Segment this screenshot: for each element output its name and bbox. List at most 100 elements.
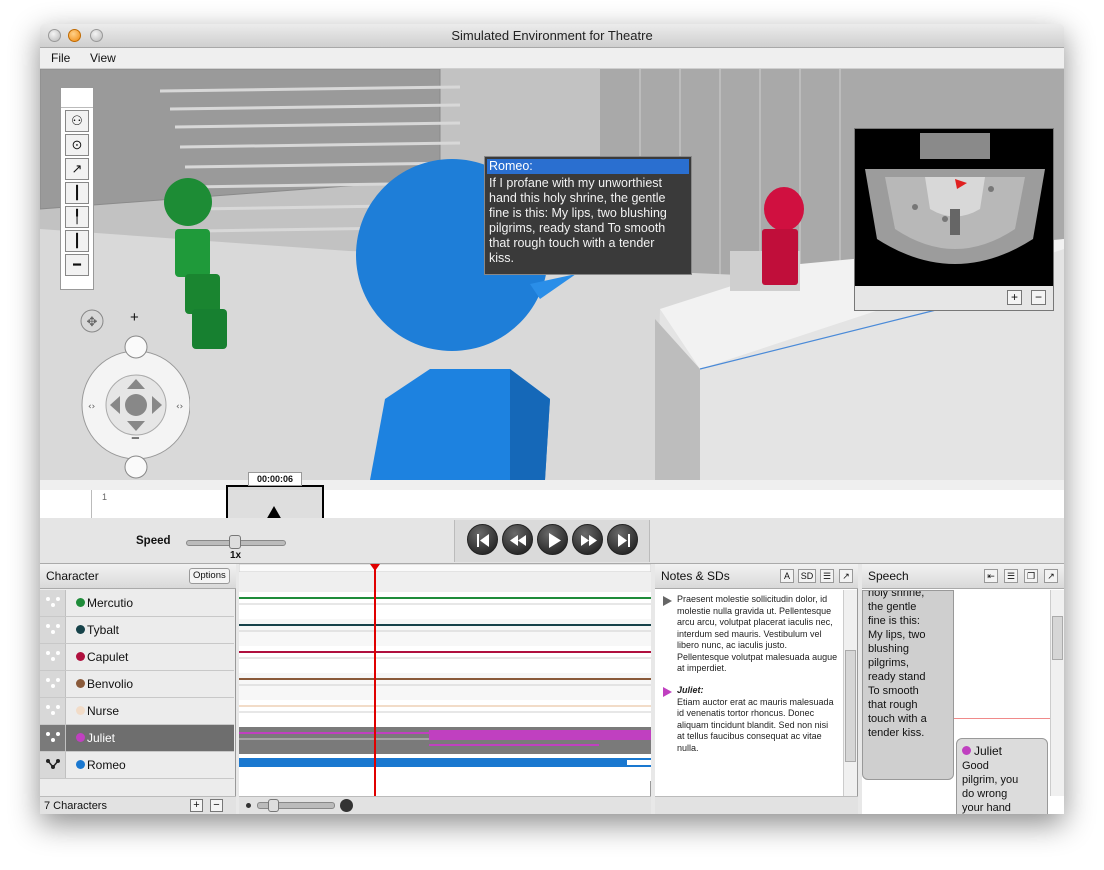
character-pose-icon[interactable]: [40, 671, 66, 697]
character-row-nurse[interactable]: Nurse: [40, 698, 234, 725]
speech-card-line: To smooth: [868, 685, 919, 697]
character-row-tybalt[interactable]: Tybalt: [40, 617, 234, 644]
options-button[interactable]: Options: [189, 568, 230, 584]
juliet-note-marker-icon: [663, 687, 672, 697]
notes-scrollbar[interactable]: [843, 590, 857, 796]
speech-window-icon[interactable]: ❐: [1024, 569, 1038, 583]
notes-a-button[interactable]: A: [780, 569, 794, 583]
notes-sd-button[interactable]: SD: [798, 569, 816, 583]
actor-lying-icon[interactable]: ━: [65, 254, 89, 276]
juliet-speech-card[interactable]: Juliet Good pilgrim, you do wrong your h…: [956, 738, 1048, 814]
character-pose-icon[interactable]: [40, 617, 66, 643]
skip-to-end-button[interactable]: [607, 524, 638, 555]
track-lane-nurse[interactable]: [239, 700, 651, 727]
close-icon[interactable]: [48, 29, 61, 42]
minimize-icon[interactable]: [68, 29, 81, 42]
path-tool-icon[interactable]: ↗: [65, 158, 89, 180]
character-name: Juliet: [87, 731, 116, 745]
minimap-zoom-in-button[interactable]: +: [1007, 290, 1022, 305]
remove-character-button[interactable]: −: [210, 799, 223, 812]
note-line: Pellentesque volutpat malesuada augue: [677, 651, 838, 662]
zoom-out-button[interactable]: [124, 455, 148, 479]
note-line: aliquam tincidunt blandit. Sed non nisi: [677, 719, 829, 730]
speed-slider-thumb[interactable]: [229, 535, 241, 549]
character-name: Romeo: [87, 758, 126, 772]
note-line: nulla.: [677, 742, 699, 753]
play-button[interactable]: [537, 524, 568, 555]
character-pose-icon[interactable]: [40, 644, 66, 670]
nav-zoom-in-label: +: [130, 309, 139, 326]
note-line: Etiam auctor erat ac mauris malesuada: [677, 696, 834, 707]
track-lane-capulet[interactable]: [239, 646, 651, 673]
speech-scrollbar[interactable]: [1050, 590, 1064, 796]
menu-view[interactable]: View: [90, 51, 116, 65]
note-line: arcu arcu, volutpat placerat iaculis nec…: [677, 617, 833, 627]
center-icon[interactable]: [125, 394, 147, 416]
track-lane-tybalt[interactable]: [239, 619, 651, 646]
actor-pose-1-icon[interactable]: ┃: [65, 182, 89, 204]
menu-file[interactable]: File: [51, 51, 70, 65]
svg-text:‹›: ‹›: [88, 402, 95, 412]
target-tool-icon[interactable]: ⊙: [65, 134, 89, 156]
track-lane-benvolio[interactable]: [239, 673, 651, 700]
camera-tool-icon[interactable]: ⚇: [65, 110, 89, 132]
speech-card-line: My lips, two: [868, 629, 926, 641]
zoom-icon[interactable]: [90, 29, 103, 42]
notes-scroll-thumb[interactable]: [845, 650, 856, 762]
zoom-large-icon: [340, 799, 353, 812]
track-lane-mercutio[interactable]: [239, 592, 651, 619]
character-tracks: [238, 563, 652, 796]
nav-zoom-out-label: −: [131, 430, 140, 447]
notes-panel: Notes & SDs A SD ☰ ↗ Praesent molestie s…: [655, 564, 858, 814]
notes-list-icon[interactable]: ☰: [820, 569, 834, 583]
tracks-panel[interactable]: [238, 563, 652, 814]
theatre-minimap[interactable]: + −: [854, 128, 1054, 311]
minimap-zoom-out-button[interactable]: −: [1031, 290, 1046, 305]
fast-forward-button[interactable]: [572, 524, 603, 555]
speech-indent-icon[interactable]: ⇤: [984, 569, 998, 583]
actor-pose-2-icon[interactable]: ╿: [65, 206, 89, 228]
tracks-zoom-thumb[interactable]: [268, 799, 279, 812]
character-pose-icon[interactable]: [40, 752, 66, 778]
speech-card-line: blushing: [868, 643, 909, 655]
character-pose-icon[interactable]: [40, 590, 66, 616]
character-row-mercutio[interactable]: Mercutio: [40, 590, 234, 617]
rewind-button[interactable]: [502, 524, 533, 555]
character-row-juliet[interactable]: Juliet: [40, 725, 234, 752]
speed-value: 1x: [230, 550, 242, 561]
skip-to-start-button[interactable]: [467, 524, 498, 555]
character-pose-icon[interactable]: [40, 725, 66, 751]
speech-card-line: your hand: [962, 802, 1011, 814]
minimap-footer: + −: [855, 286, 1053, 310]
speech-bubble-speaker: Romeo:: [487, 159, 689, 174]
zoom-in-button[interactable]: [124, 335, 148, 359]
timeline-strip[interactable]: 1 00:00:06: [40, 472, 1064, 522]
character-row-romeo[interactable]: Romeo: [40, 752, 234, 779]
speech-card-line: touch with a: [868, 713, 927, 725]
character-pose-icon[interactable]: [40, 698, 66, 724]
romeo-speech-block[interactable]: [239, 758, 651, 767]
character-header-label: Character: [46, 569, 99, 583]
speech-popout-icon[interactable]: ↗: [1044, 569, 1058, 583]
add-character-button[interactable]: +: [190, 799, 203, 812]
window-title: Simulated Environment for Theatre: [451, 28, 653, 43]
speech-list-icon[interactable]: ☰: [1004, 569, 1018, 583]
speech-header-label: Speech: [868, 569, 909, 583]
romeo-speech-card[interactable]: holy shrine, the gentle fine is this: My…: [862, 590, 954, 780]
stage-viewport[interactable]: ⚇ ⊙ ↗ ┃ ╿ ┃ ━ ✥ ‹› ‹› + − Romeo: If I pr…: [40, 69, 1064, 480]
notes-panel-header: Notes & SDs A SD ☰ ↗: [655, 564, 858, 589]
speech-bubble: Romeo: If I profane with my unworthiest …: [484, 156, 692, 275]
speech-card-line: Good: [962, 760, 989, 772]
character-row-benvolio[interactable]: Benvolio: [40, 671, 234, 698]
svg-text:✥: ✥: [87, 315, 98, 330]
speech-scroll-thumb[interactable]: [1052, 616, 1063, 660]
note-entry-2: Juliet: Etiam auctor erat ac mauris male…: [677, 685, 845, 754]
notes-popout-icon[interactable]: ↗: [839, 569, 853, 583]
character-row-capulet[interactable]: Capulet: [40, 644, 234, 671]
speech-card-line: fine is this:: [868, 615, 920, 627]
menu-bar: File View: [40, 48, 1064, 69]
speech-card-line: that rough: [868, 699, 918, 711]
character-name: Capulet: [87, 650, 129, 664]
actor-pose-3-icon[interactable]: ┃: [65, 230, 89, 252]
juliet-speech-block[interactable]: [429, 730, 651, 740]
